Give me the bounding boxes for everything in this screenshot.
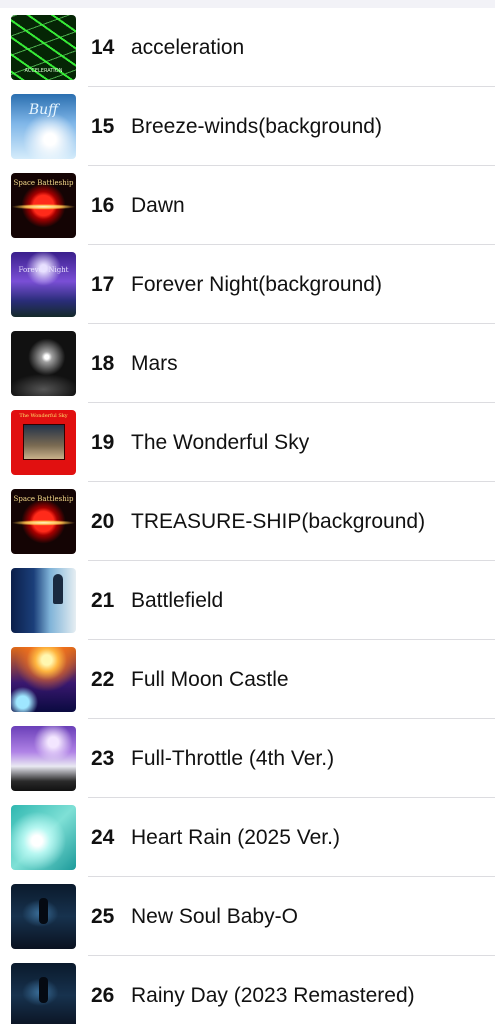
track-number: 14	[91, 35, 115, 59]
track-row[interactable]: ACCELERATION 14 acceleration	[0, 8, 495, 87]
track-list[interactable]: ACCELERATION 14 acceleration Buff 15 Bre…	[0, 8, 495, 1024]
album-art-icon	[11, 884, 76, 949]
track-title: New Soul Baby-O	[131, 904, 298, 928]
album-art-icon: Buff	[11, 94, 76, 159]
album-art-caption: Buff	[28, 102, 59, 118]
track-row[interactable]: 23 Full-Throttle (4th Ver.)	[0, 719, 495, 798]
track-number: 16	[91, 193, 115, 217]
silhouette-icon	[39, 977, 48, 1003]
track-title: Dawn	[131, 193, 185, 217]
track-row[interactable]: 26 Rainy Day (2023 Remastered)	[0, 956, 495, 1024]
track-number: 20	[91, 509, 115, 533]
album-art-icon	[11, 963, 76, 1024]
track-row[interactable]: Forever Night 17 Forever Night(backgroun…	[0, 245, 495, 324]
track-number: 21	[91, 588, 115, 612]
track-row[interactable]: Buff 15 Breeze-winds(background)	[0, 87, 495, 166]
album-art-photo	[23, 424, 65, 460]
track-title: Full Moon Castle	[131, 667, 289, 691]
track-number: 23	[91, 746, 115, 770]
track-title: TREASURE-SHIP(background)	[131, 509, 426, 533]
track-row[interactable]: 21 Battlefield	[0, 561, 495, 640]
track-number: 26	[91, 983, 115, 1007]
album-art-icon: The Wonderful Sky	[11, 410, 76, 475]
track-row[interactable]: Space Battleship 20 TREASURE-SHIP(backgr…	[0, 482, 495, 561]
track-title: Heart Rain (2025 Ver.)	[131, 825, 340, 849]
track-title: Battlefield	[131, 588, 224, 612]
album-art-caption: Space Battleship	[13, 179, 74, 187]
album-art-icon: Forever Night	[11, 252, 76, 317]
track-title: Forever Night(background)	[131, 272, 382, 296]
track-number: 19	[91, 430, 115, 454]
album-art-icon	[11, 647, 76, 712]
track-number: 15	[91, 114, 115, 138]
track-number: 17	[91, 272, 115, 296]
album-art-icon: ACCELERATION	[11, 15, 76, 80]
album-art-caption: The Wonderful Sky	[19, 413, 68, 419]
track-title: Rainy Day (2023 Remastered)	[131, 983, 415, 1007]
tracklist-screen: ACCELERATION 14 acceleration Buff 15 Bre…	[0, 0, 495, 1024]
track-row[interactable]: Space Battleship 16 Dawn	[0, 166, 495, 245]
track-title: acceleration	[131, 35, 245, 59]
track-row[interactable]: 18 Mars	[0, 324, 495, 403]
silhouette-icon	[39, 898, 48, 924]
top-strip	[0, 0, 495, 8]
track-row[interactable]: 22 Full Moon Castle	[0, 640, 495, 719]
album-art-icon	[11, 331, 76, 396]
track-row[interactable]: 25 New Soul Baby-O	[0, 877, 495, 956]
track-title: Breeze-winds(background)	[131, 114, 382, 138]
track-row[interactable]: 24 Heart Rain (2025 Ver.)	[0, 798, 495, 877]
album-art-caption: Space Battleship	[13, 495, 74, 503]
silhouette-icon	[53, 574, 63, 604]
album-art-icon: Space Battleship	[11, 489, 76, 554]
track-number: 25	[91, 904, 115, 928]
album-art-caption: ACCELERATION	[24, 68, 63, 74]
album-art-caption: Forever Night	[18, 266, 69, 274]
track-title: Mars	[131, 351, 178, 375]
album-art-icon	[11, 568, 76, 633]
track-title: The Wonderful Sky	[131, 430, 310, 454]
track-title: Full-Throttle (4th Ver.)	[131, 746, 335, 770]
track-number: 24	[91, 825, 115, 849]
track-number: 18	[91, 351, 115, 375]
track-number: 22	[91, 667, 115, 691]
track-row[interactable]: The Wonderful Sky 19 The Wonderful Sky	[0, 403, 495, 482]
album-art-icon	[11, 726, 76, 791]
album-art-icon	[11, 805, 76, 870]
album-art-icon: Space Battleship	[11, 173, 76, 238]
